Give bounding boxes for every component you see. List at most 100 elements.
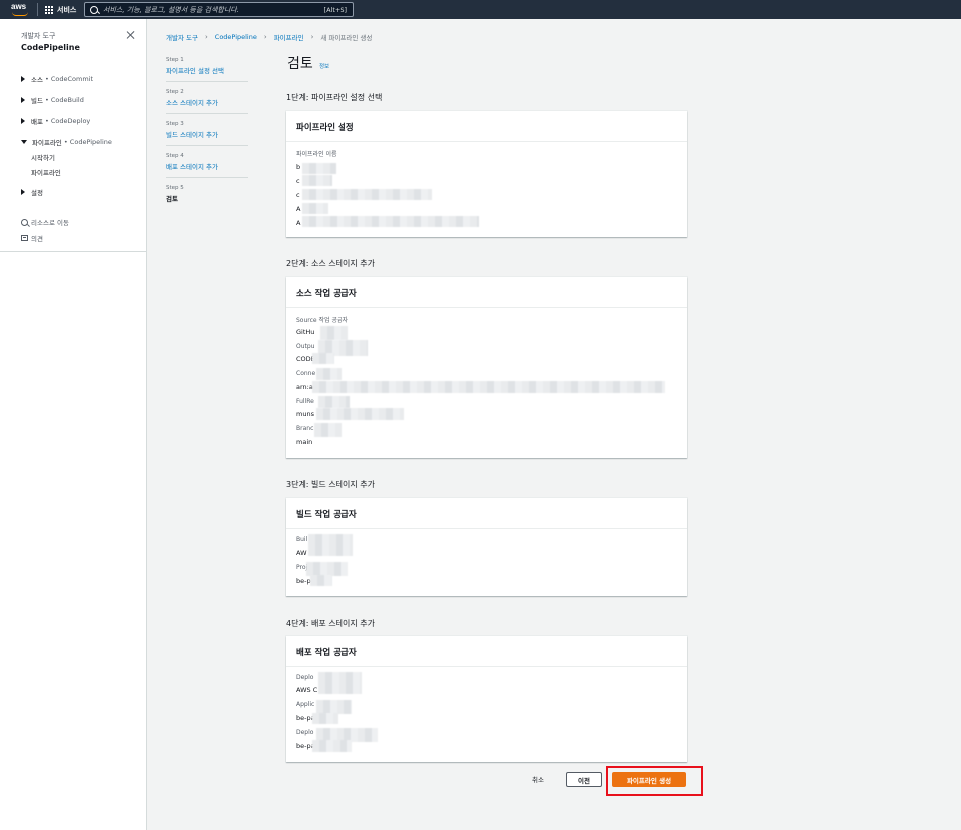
sidebar-item-pipeline[interactable]: 파이프라인 • CodePipeline bbox=[21, 137, 112, 147]
redacted-block bbox=[316, 368, 342, 380]
sidebar-item-service: • CodePipeline bbox=[63, 138, 112, 146]
sidebar-category: 개발자 도구 bbox=[21, 32, 56, 40]
redacted-block bbox=[310, 575, 332, 586]
step-divider bbox=[166, 113, 248, 114]
aws-logo-icon[interactable]: aws bbox=[11, 2, 31, 16]
section-heading-3: 3단계: 빌드 스테이지 추가 bbox=[286, 480, 376, 489]
sidebar-item-source[interactable]: 소스 • CodeCommit bbox=[21, 74, 93, 84]
step-divider bbox=[166, 177, 248, 178]
redacted-block bbox=[302, 163, 336, 174]
wizard-step-4[interactable]: Step 4 배포 스테이지 추가 bbox=[166, 153, 248, 171]
search-icon bbox=[90, 5, 98, 14]
step-name: 소스 스테이지 추가 bbox=[166, 99, 218, 107]
sidebar-item-settings[interactable]: 설정 bbox=[21, 187, 43, 197]
top-navigation: aws 서비스 [Alt+S] bbox=[0, 0, 961, 19]
caret-right-icon bbox=[21, 76, 25, 82]
field-label: Deplo bbox=[296, 729, 314, 736]
sidebar-item-label: 소스 bbox=[31, 76, 43, 84]
breadcrumb-current: 새 파이프라인 생성 bbox=[320, 34, 373, 42]
wizard-step-3[interactable]: Step 3 빌드 스테이지 추가 bbox=[166, 121, 248, 139]
step-divider bbox=[166, 145, 248, 146]
sidebar-item-build[interactable]: 빌드 • CodeBuild bbox=[21, 95, 84, 105]
redacted-block bbox=[312, 381, 665, 393]
panel-title: 빌드 작업 공급자 bbox=[286, 498, 687, 529]
sidebar-item-deploy[interactable]: 배포 • CodeDeploy bbox=[21, 116, 90, 126]
field-value: GitHu bbox=[296, 328, 315, 336]
goto-resource-label: 리소스로 이동 bbox=[31, 219, 69, 227]
chevron-right-icon: › bbox=[204, 33, 208, 41]
sidebar-divider bbox=[0, 251, 146, 252]
chevron-right-icon: › bbox=[310, 33, 314, 41]
breadcrumb-codepipeline[interactable]: CodePipeline bbox=[215, 33, 257, 41]
build-provider-panel: 빌드 작업 공급자 Buil AW Proj be-pan-re bbox=[286, 498, 687, 596]
field-value: muns bbox=[296, 410, 314, 418]
field-value: A bbox=[296, 205, 301, 213]
wizard-step-5: Step 5 검토 bbox=[166, 185, 248, 203]
panel-title: 소스 작업 공급자 bbox=[286, 277, 687, 308]
redacted-block bbox=[318, 396, 350, 408]
step-label: Step 1 bbox=[166, 57, 184, 63]
breadcrumb: 개발자 도구 › CodePipeline › 파이프라인 › 새 파이프라인 … bbox=[166, 32, 372, 42]
sidebar-item-service: • CodeCommit bbox=[44, 75, 94, 83]
sidebar-item-label: 빌드 bbox=[31, 97, 43, 105]
field-label: FullRe bbox=[296, 398, 314, 405]
panel-title: 파이프라인 설정 bbox=[286, 111, 687, 142]
sidebar-subitem-pipelines[interactable]: 파이프라인 bbox=[31, 167, 61, 177]
field-value: c bbox=[296, 191, 300, 199]
sidebar-item-service: • CodeDeploy bbox=[44, 117, 91, 125]
breadcrumb-pipelines[interactable]: 파이프라인 bbox=[274, 32, 304, 42]
redacted-block bbox=[314, 423, 342, 437]
step-name: 파이프라인 설정 선택 bbox=[166, 67, 224, 75]
sidebar-item-service: • CodeBuild bbox=[44, 96, 84, 104]
caret-right-icon bbox=[21, 189, 25, 195]
search-box[interactable]: [Alt+S] bbox=[84, 2, 354, 17]
field-value: AWS C bbox=[296, 686, 318, 694]
step-label: Step 2 bbox=[166, 89, 184, 95]
field-label: Source 작업 공급자 bbox=[296, 317, 349, 324]
section-heading-2: 2단계: 소스 스테이지 추가 bbox=[286, 259, 376, 268]
field-label: Conne bbox=[296, 370, 316, 377]
cancel-button[interactable]: 취소 bbox=[532, 774, 544, 784]
step-divider bbox=[166, 81, 248, 82]
sidebar-item-label: 설정 bbox=[31, 189, 43, 197]
info-link[interactable]: 정보 bbox=[319, 62, 329, 70]
step-name: 검토 bbox=[166, 195, 178, 203]
field-label: Branc bbox=[296, 425, 314, 432]
search-icon bbox=[21, 218, 28, 226]
section-heading-4: 4단계: 배포 스테이지 추가 bbox=[286, 619, 376, 628]
sidebar-item-label: 파이프라인 bbox=[32, 139, 62, 147]
breadcrumb-developer-tools[interactable]: 개발자 도구 bbox=[166, 32, 198, 42]
previous-button[interactable]: 이전 bbox=[566, 772, 602, 787]
goto-resource-link[interactable]: 리소스로 이동 bbox=[21, 217, 69, 227]
grid-icon bbox=[45, 5, 53, 14]
field-value: main bbox=[296, 438, 313, 446]
redacted-block bbox=[320, 326, 348, 340]
redacted-block bbox=[306, 562, 348, 576]
field-value: AW bbox=[296, 549, 307, 557]
sidebar-subitem-getting-started[interactable]: 시작하기 bbox=[31, 152, 55, 162]
services-menu-button[interactable]: 서비스 bbox=[45, 4, 76, 15]
feedback-label: 의견 bbox=[31, 235, 43, 243]
wizard-step-1[interactable]: Step 1 파이프라인 설정 선택 bbox=[166, 57, 248, 75]
services-label: 서비스 bbox=[57, 5, 77, 14]
source-provider-panel: 소스 작업 공급자 Source 작업 공급자 GitHu Outpu CODE… bbox=[286, 277, 687, 458]
redacted-block bbox=[302, 216, 479, 227]
redacted-block bbox=[308, 534, 353, 556]
close-icon[interactable] bbox=[126, 30, 136, 40]
sidebar: 개발자 도구 CodePipeline 소스 • CodeCommit 빌드 •… bbox=[0, 19, 147, 830]
redacted-block bbox=[312, 740, 352, 752]
redacted-block bbox=[312, 353, 334, 364]
step-label: Step 4 bbox=[166, 153, 184, 159]
feedback-link[interactable]: 의견 bbox=[21, 233, 43, 243]
wizard-step-2[interactable]: Step 2 소스 스테이지 추가 bbox=[166, 89, 248, 107]
search-input[interactable] bbox=[103, 5, 324, 14]
step-name: 빌드 스테이지 추가 bbox=[166, 131, 218, 139]
field-label: Deplo bbox=[296, 674, 314, 681]
sidebar-item-label: 배포 bbox=[31, 118, 43, 126]
caret-right-icon bbox=[21, 118, 25, 124]
step-label: Step 3 bbox=[166, 121, 184, 127]
highlight-annotation bbox=[606, 766, 703, 796]
panel-title: 배포 작업 공급자 bbox=[286, 636, 687, 667]
pipeline-settings-panel: 파이프라인 설정 파이프라인 이름 b c c A A bbox=[286, 111, 687, 237]
sidebar-title: CodePipeline bbox=[21, 43, 80, 52]
